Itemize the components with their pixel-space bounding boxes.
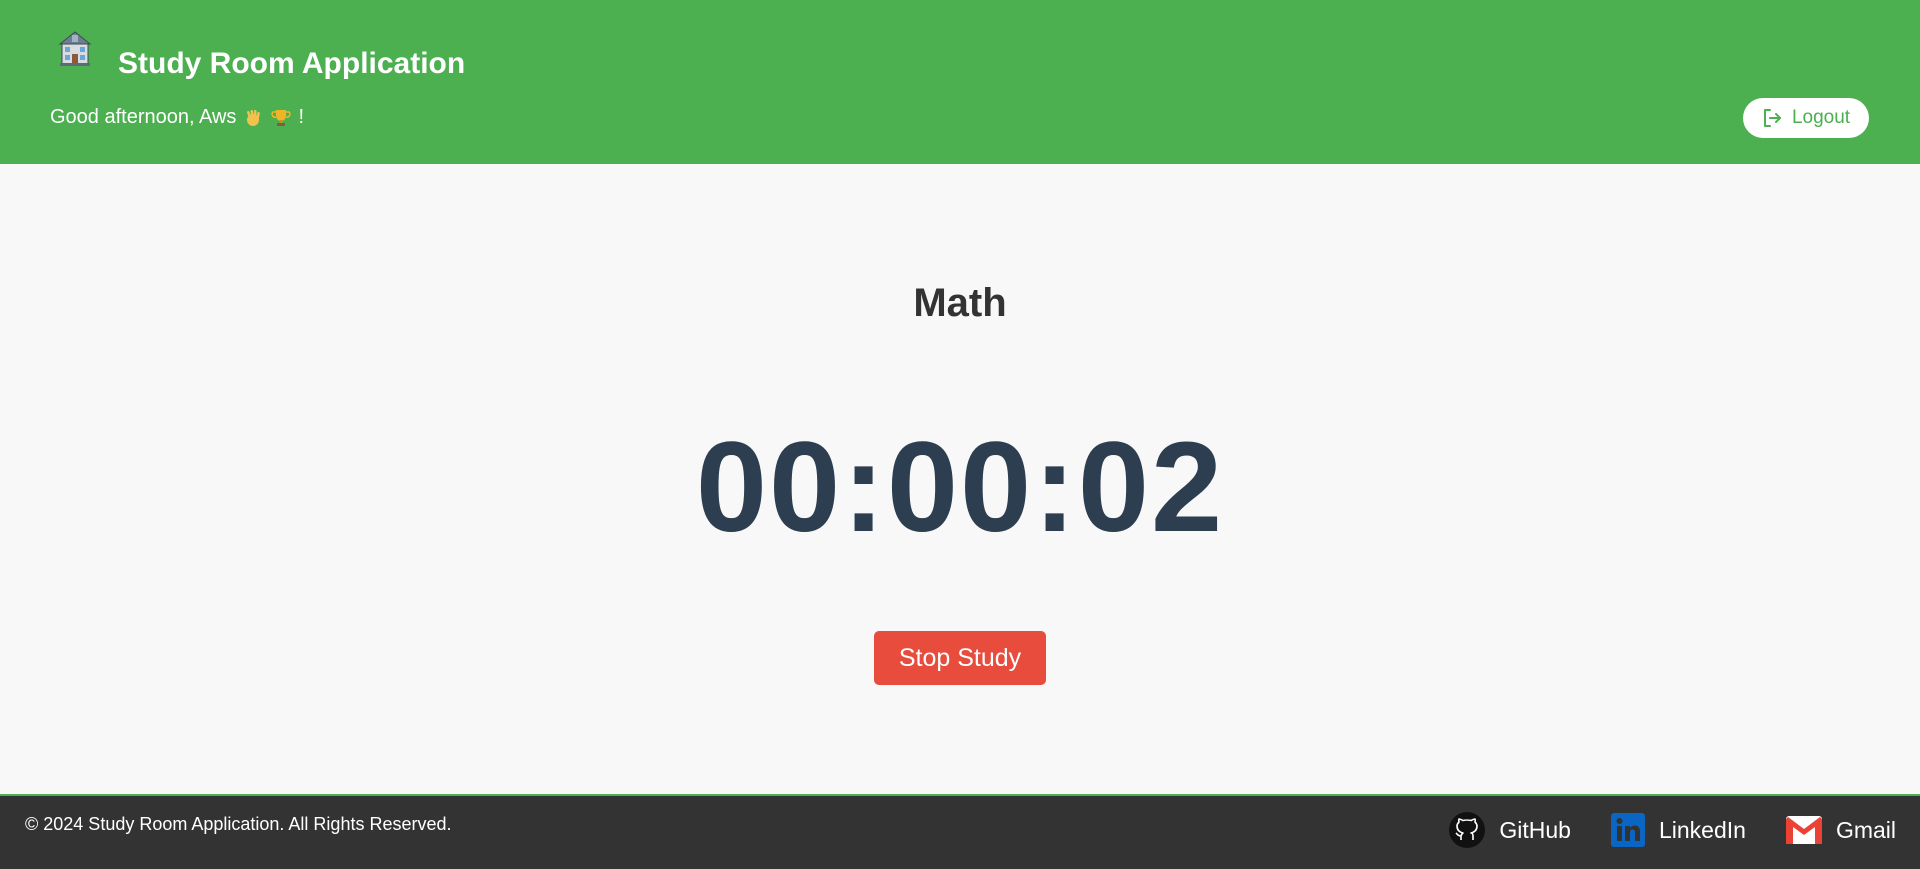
github-link[interactable]: GitHub [1449, 812, 1571, 848]
app-title: Study Room Application [118, 47, 466, 80]
app-footer: © 2024 Study Room Application. All Right… [0, 794, 1920, 869]
greeting-suffix: ! [298, 106, 304, 128]
study-timer: 00:00:02 [695, 416, 1225, 559]
github-label: GitHub [1499, 816, 1571, 843]
linkedin-link[interactable]: LinkedIn [1610, 813, 1746, 847]
copyright: © 2024 Study Room Application. All Right… [25, 814, 452, 834]
linkedin-label: LinkedIn [1658, 816, 1746, 843]
logout-button[interactable]: Logout [1743, 98, 1869, 138]
stop-study-button[interactable]: Stop Study [874, 631, 1046, 685]
greeting-text: Good afternoon, Aws [50, 106, 237, 128]
waving-hand-icon [242, 107, 264, 129]
school-building-icon [58, 31, 92, 66]
greeting: Good afternoon, Aws ! [50, 106, 304, 129]
subject-title: Math [913, 281, 1007, 325]
study-session: Math 00:00:02 Stop Study [0, 164, 1920, 794]
gmail-label: Gmail [1835, 816, 1896, 843]
footer-links: GitHub LinkedIn Gmail [1449, 812, 1896, 848]
brand [56, 30, 94, 68]
logout-label: Logout [1791, 107, 1851, 128]
github-icon [1449, 812, 1486, 848]
logout-icon [1763, 109, 1781, 127]
gmail-link[interactable]: Gmail [1785, 816, 1896, 844]
app-header: Study Room Application Good afternoon, A… [0, 0, 1920, 164]
trophy-icon [270, 107, 292, 129]
linkedin-icon [1610, 813, 1645, 847]
gmail-icon [1785, 816, 1822, 844]
